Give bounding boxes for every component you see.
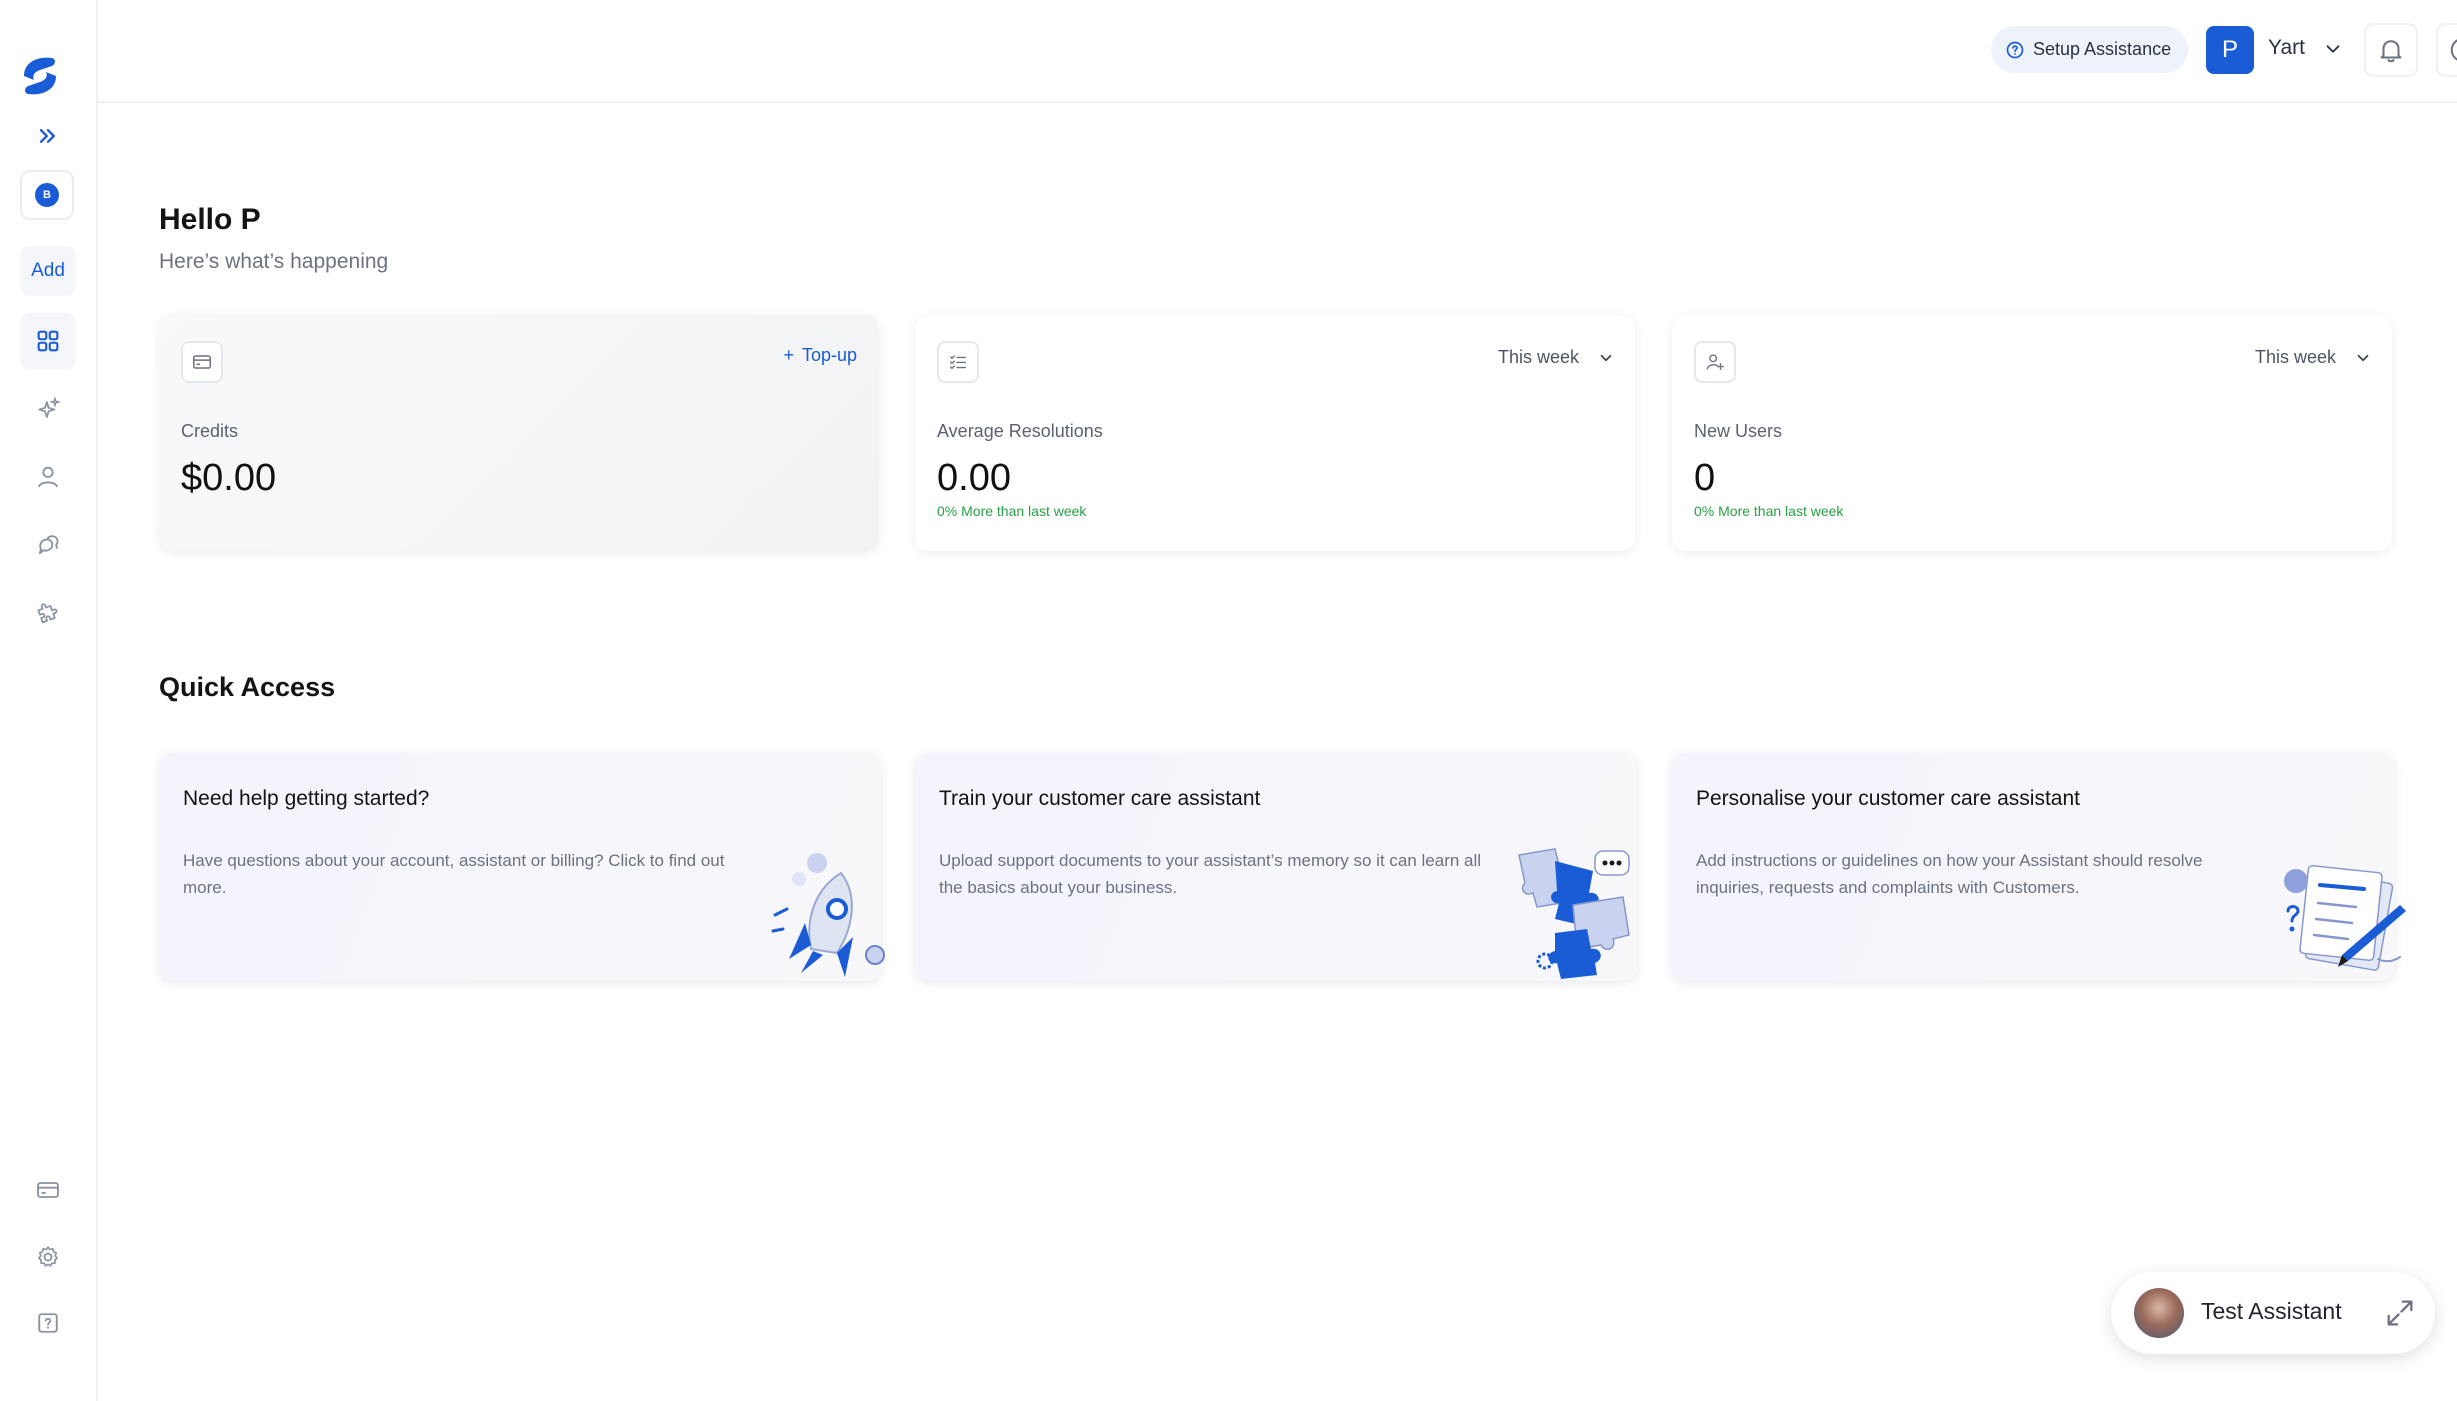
card-description: Add instructions or guidelines on how yo… [1696,851,2203,897]
help-circle-icon [2006,41,2024,58]
sidebar-item-help[interactable] [20,1295,76,1351]
double-chevron-right-icon [39,129,55,143]
page-subtitle: Here’s what’s happening [159,250,389,273]
sparkle-icon [38,396,61,419]
plus-icon: + [783,345,794,365]
new-users-value: 0 [1694,457,1716,499]
sidebar: B Add [0,0,98,1401]
sidebar-item-conversations[interactable] [20,517,76,573]
credit-card-icon [37,1182,59,1198]
bell-icon [2380,40,2402,63]
sidebar-item-billing[interactable] [20,1162,76,1218]
period-label: This week [1497,347,1579,367]
sidebar-item-ai[interactable] [20,381,76,437]
workspace-switcher[interactable]: B [20,170,74,220]
setup-assistance-button[interactable]: Setup Assistance [1991,26,2188,73]
top-up-label: Top-up [801,345,857,365]
chat-bubbles-icon [38,535,59,555]
quick-access-card-getting-started[interactable]: Need help getting started? Have question… [159,753,885,981]
user-icon [38,466,58,488]
account-avatar[interactable]: P [2206,26,2254,74]
setup-assistance-label: Setup Assistance [2033,39,2172,59]
credits-value: $0.00 [181,457,277,499]
top-header: Setup Assistance P Yart [98,0,2457,103]
sidebar-expand-button[interactable] [20,108,76,164]
quick-access-card-personalise-assistant[interactable]: Personalise your customer care assistant… [1672,753,2406,981]
add-button[interactable]: Add [20,246,76,296]
card-title: Need help getting started? [183,787,430,810]
rocket-illustration [771,853,885,977]
checklist-illustration [2284,865,2406,971]
workspace-badge: B [35,183,59,207]
card-title: Personalise your customer care assistant [1696,787,2080,810]
help-button[interactable] [2436,23,2457,77]
resolutions-period-dropdown[interactable]: This week [1498,347,1615,368]
checklist-icon [937,341,979,383]
brand-logo[interactable] [18,52,62,100]
sidebar-item-settings[interactable] [20,1229,76,1285]
dashboard-grid-icon [37,330,59,352]
sidebar-item-integrations[interactable] [20,585,76,641]
assistant-name: Test Assistant [2201,1298,2342,1324]
chevron-down-icon [2357,354,2369,361]
new-users-label: New Users [1694,421,1783,441]
gear-icon [37,1246,59,1267]
notifications-button[interactable] [2364,23,2418,77]
expand-icon[interactable] [2383,1296,2417,1330]
question-circle-icon [2450,39,2457,61]
sidebar-item-dashboard[interactable] [20,313,76,369]
chevron-down-icon[interactable] [2322,38,2344,60]
card-description: Upload support documents to your assista… [939,851,1482,897]
puzzle-illustration [1518,848,1630,979]
puzzle-icon [37,603,58,624]
top-up-button[interactable]: + Top-up [783,345,857,366]
credits-label: Credits [181,421,239,441]
resolutions-value: 0.00 [937,457,1011,499]
credit-card-icon [181,341,223,383]
sidebar-item-users[interactable] [20,449,76,505]
assistant-avatar [2134,1288,2184,1338]
test-assistant-widget[interactable]: Test Assistant [2111,1272,2435,1354]
card-title: Train your customer care assistant [939,787,1261,810]
new-users-card: This week New Users 0 0% More than last … [1672,315,2392,551]
resolutions-change: 0% More than last week [937,503,1087,519]
credits-card: + Top-up Credits $0.00 [159,315,879,551]
app-root: B Add Setup Assistance P Yart Hello P He… [0,0,2457,1401]
new-users-change: 0% More than last week [1694,503,1844,519]
quick-access-card-train-assistant[interactable]: Train your customer care assistant Uploa… [915,753,1637,981]
add-user-icon [1694,341,1736,383]
period-label: This week [2254,347,2336,367]
card-description: Have questions about your account, assis… [183,851,725,897]
account-name[interactable]: Yart [2268,36,2305,60]
resolutions-card: This week Average Resolutions 0.00 0% Mo… [915,315,1635,551]
quick-access-title: Quick Access [159,672,336,702]
users-period-dropdown[interactable]: This week [2255,347,2372,368]
resolutions-label: Average Resolutions [937,421,1103,441]
page-title: Hello P [159,203,261,236]
help-square-icon [38,1313,58,1333]
chevron-down-icon [1600,354,1612,361]
